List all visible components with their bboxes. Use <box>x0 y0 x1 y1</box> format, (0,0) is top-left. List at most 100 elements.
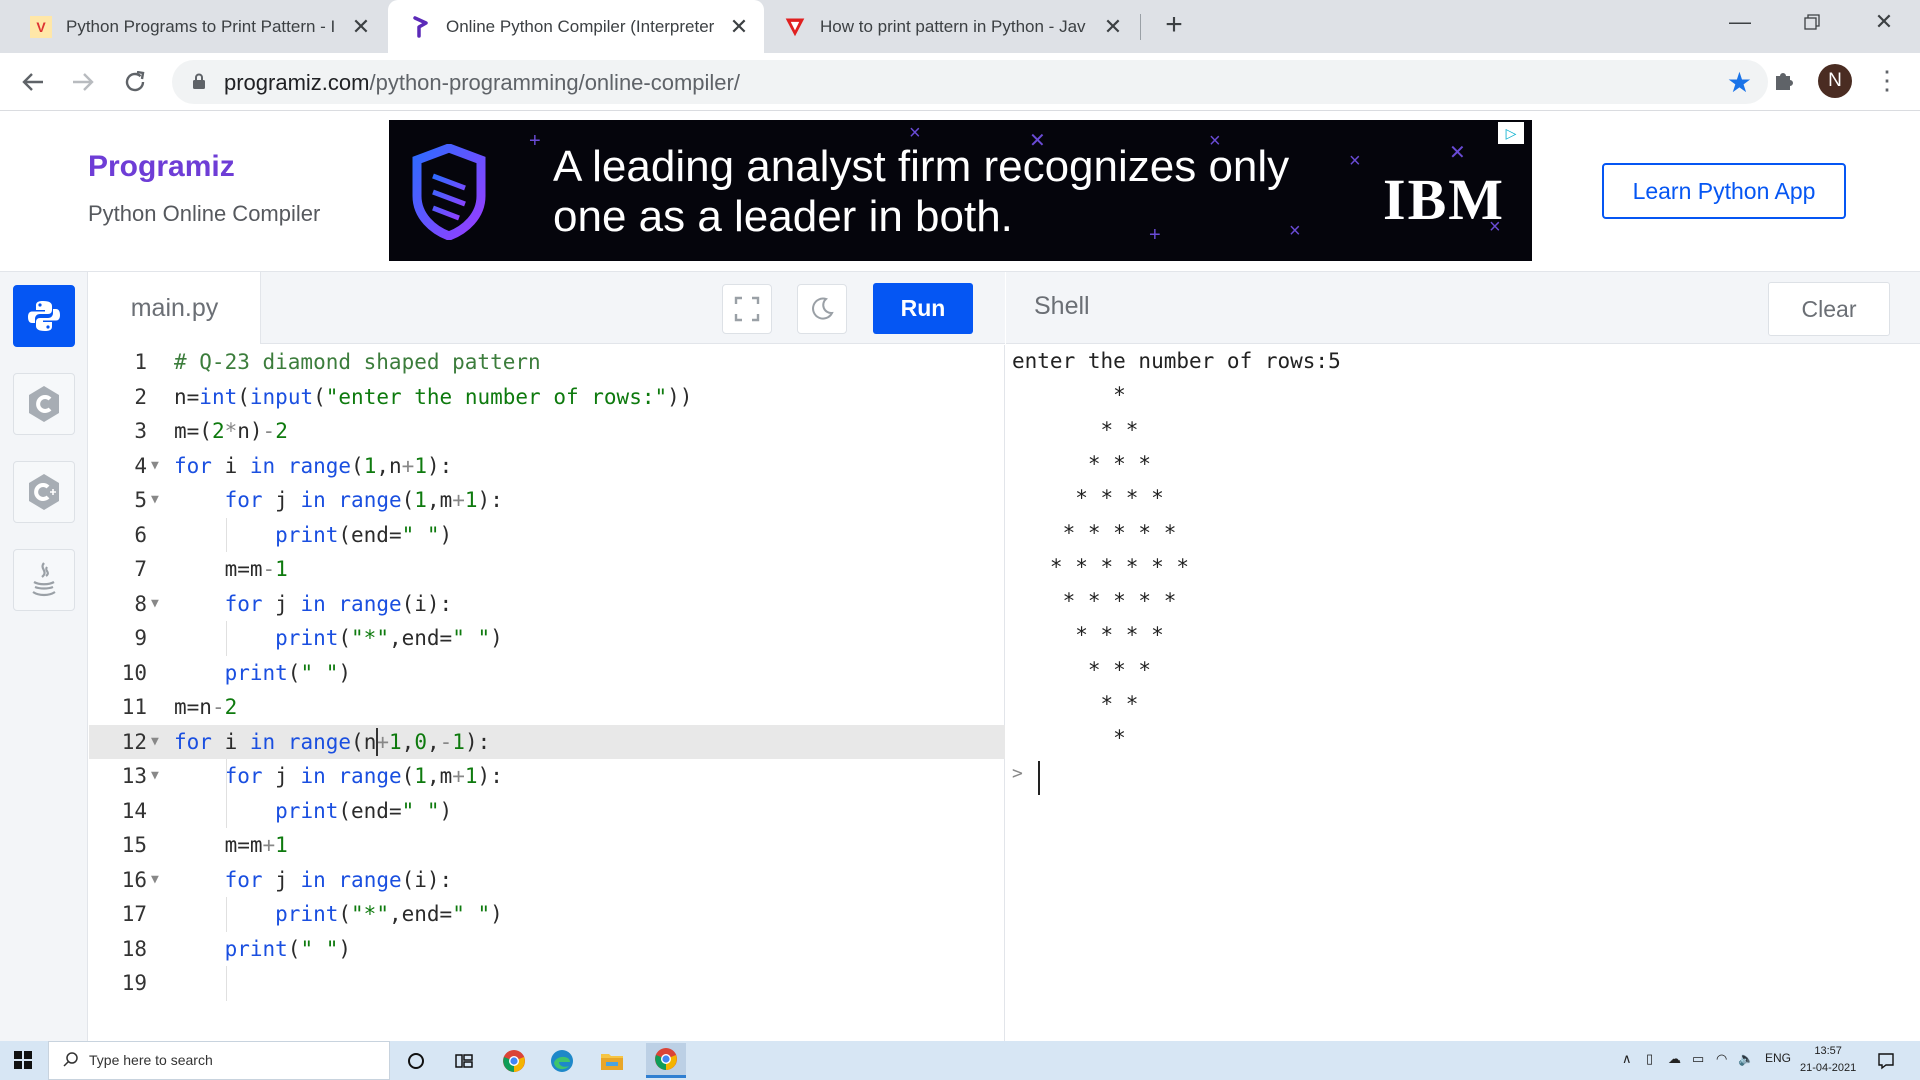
browser-tab[interactable]: V Python Programs to Print Pattern - I ✕ <box>0 0 386 53</box>
task-view-icon[interactable] <box>448 1045 480 1077</box>
fold-arrow-icon[interactable]: ▼ <box>151 587 159 622</box>
new-tab-button[interactable]: + <box>1158 10 1190 42</box>
code-line[interactable]: 7 m=m-1 <box>89 552 1005 587</box>
code-line[interactable]: 8 ▼ for j in range(i): <box>89 587 1005 622</box>
code-text: for j in range(1,m+1): <box>224 488 503 512</box>
ad-choices-icon[interactable]: ▷ <box>1498 122 1524 144</box>
fullscreen-button[interactable] <box>722 284 772 334</box>
code-editor[interactable]: 1 # Q-23 diamond shaped pattern 2 n=int(inp… <box>89 345 1005 1041</box>
code-line[interactable]: 4 ▼ for i in range(1,n+1): <box>89 449 1005 484</box>
file-tab-main-py[interactable]: main.py <box>89 272 261 344</box>
shell-output-line: * * * * <box>1012 623 1164 648</box>
language-indicator[interactable]: ENG <box>1765 1051 1791 1065</box>
cortana-icon[interactable] <box>400 1045 432 1077</box>
cpp-language-button[interactable] <box>13 461 75 523</box>
shell-output-line: * * * <box>1012 657 1152 682</box>
meet-now-icon[interactable]: ▯ <box>1646 1051 1653 1067</box>
java-language-button[interactable] <box>13 549 75 611</box>
tab-separator <box>1140 14 1141 40</box>
close-tab-icon[interactable]: ✕ <box>1102 14 1124 40</box>
line-number: 6 <box>134 522 147 547</box>
line-number: 13 <box>121 764 147 788</box>
code-line[interactable]: 16 ▼ for j in range(i): <box>89 863 1005 898</box>
programiz-logo[interactable]: Programiz <box>88 150 235 184</box>
chrome-taskbar-icon[interactable] <box>498 1045 530 1077</box>
chrome-active-taskbar-icon[interactable] <box>646 1043 686 1078</box>
taskbar-clock[interactable]: 13:57 21-04-2021 <box>1800 1043 1856 1077</box>
shell-output-line: * <box>1012 726 1126 751</box>
shell-output-line: * * * * * <box>1012 520 1177 545</box>
code-text: for j in range(i): <box>224 591 453 616</box>
browser-tab[interactable]: How to print pattern in Python - Jav ✕ <box>766 0 1138 53</box>
onedrive-icon[interactable]: ☁ <box>1668 1051 1681 1067</box>
minimize-button[interactable]: — <box>1704 0 1776 44</box>
code-line[interactable]: 3 m=(2*n)-2 <box>89 414 1005 449</box>
windows-start-icon[interactable] <box>14 1051 32 1074</box>
battery-icon[interactable]: ▭ <box>1692 1051 1704 1067</box>
close-tab-icon[interactable]: ✕ <box>728 14 750 40</box>
code-text: print(" ") <box>224 936 352 961</box>
fold-arrow-icon[interactable]: ▼ <box>151 483 159 518</box>
code-line[interactable]: 5 ▼ for j in range(1,m+1): <box>89 483 1005 518</box>
ad-decoration: × <box>1349 150 1361 172</box>
python-language-button[interactable] <box>13 285 75 347</box>
run-button[interactable]: Run <box>873 283 973 334</box>
bookmark-star-icon[interactable]: ★ <box>1727 66 1752 99</box>
vn-favicon-icon: V <box>30 15 52 38</box>
line-number: 19 <box>121 971 147 995</box>
dark-mode-button[interactable] <box>797 284 847 334</box>
code-text: print("*",end=" ") <box>275 626 503 650</box>
code-text: for j in range(i): <box>224 867 453 892</box>
code-line[interactable]: 15 m=m+1 <box>89 828 1005 863</box>
fold-arrow-icon[interactable]: ▼ <box>151 725 159 760</box>
ibm-advertisement[interactable]: + × ✕ × × + ✕ × × A leading analyst firm… <box>389 120 1532 261</box>
code-line[interactable]: 12 ▼ for i in range(n+1,0,-1): <box>89 724 1005 760</box>
code-line[interactable]: 18 print(" ") <box>89 932 1005 967</box>
profile-avatar[interactable]: N <box>1818 64 1852 98</box>
indent-guide <box>226 621 228 656</box>
lock-icon[interactable] <box>192 73 206 95</box>
code-text: for j in range(1,m+1): <box>224 764 503 788</box>
extensions-puzzle-icon[interactable] <box>1772 68 1796 97</box>
c-language-button[interactable] <box>13 373 75 435</box>
volume-icon[interactable]: 🔈 <box>1738 1051 1754 1067</box>
ad-decoration: × <box>1289 220 1301 242</box>
code-line[interactable]: 1 # Q-23 diamond shaped pattern <box>89 345 1005 380</box>
ibm-logo: IBM <box>1383 167 1505 232</box>
ad-headline-line-2: one as a leader in both. <box>553 192 1013 241</box>
back-button[interactable] <box>14 63 52 101</box>
close-window-button[interactable]: ✕ <box>1848 0 1920 44</box>
clear-button[interactable]: Clear <box>1768 282 1890 336</box>
browser-tab-active[interactable]: Online Python Compiler (Interpreter ✕ <box>388 0 764 53</box>
line-number: 12 <box>121 729 147 754</box>
show-hidden-icons-chevron-icon[interactable]: ∧ <box>1622 1051 1632 1067</box>
restore-button[interactable] <box>1776 0 1848 44</box>
url-text: programiz.com/python-programming/online-… <box>224 70 740 96</box>
line-number: 3 <box>134 419 147 443</box>
edge-taskbar-icon[interactable] <box>546 1045 578 1077</box>
taskbar-search-placeholder: Type here to search <box>89 1052 213 1068</box>
close-tab-icon[interactable]: ✕ <box>350 14 372 40</box>
browser-menu-icon[interactable]: ⋮ <box>1874 65 1900 95</box>
line-number: 4 <box>134 453 147 478</box>
code-line[interactable]: 2 n=int(input("enter the number of rows:"… <box>89 380 1005 415</box>
network-icon[interactable]: ◠ <box>1716 1051 1727 1067</box>
forward-button[interactable] <box>64 63 102 101</box>
tab-title: Python Programs to Print Pattern - I <box>66 16 336 36</box>
code-text: m=(2*n)-2 <box>174 419 288 443</box>
fold-arrow-icon[interactable]: ▼ <box>151 449 159 484</box>
file-explorer-icon[interactable] <box>596 1045 628 1077</box>
taskbar-search[interactable]: Type here to search <box>48 1041 390 1080</box>
notifications-icon[interactable] <box>1870 1045 1902 1077</box>
indent-guide <box>226 897 228 932</box>
code-line[interactable]: 11 m=n-2 <box>89 690 1005 725</box>
fold-arrow-icon[interactable]: ▼ <box>151 759 159 794</box>
url-host: programiz.com <box>224 70 370 95</box>
fold-arrow-icon[interactable]: ▼ <box>151 863 159 898</box>
reload-button[interactable] <box>116 63 154 101</box>
line-number: 14 <box>121 798 147 823</box>
shell-output[interactable]: > enter the number of rows:5 * * * * * *… <box>1006 345 1920 1041</box>
learn-python-app-button[interactable]: Learn Python App <box>1602 163 1846 219</box>
address-bar[interactable]: programiz.com/python-programming/online-… <box>172 60 1768 104</box>
code-line[interactable]: 10 print(" ") <box>89 656 1005 691</box>
